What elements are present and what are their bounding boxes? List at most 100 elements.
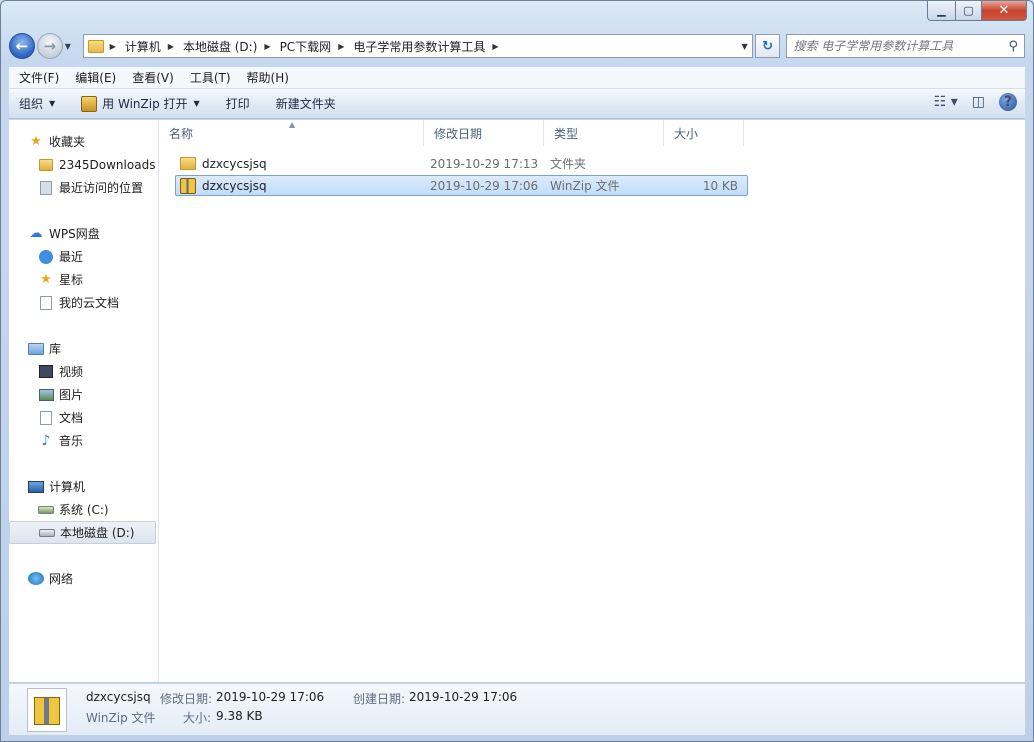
file-size: 10 KB bbox=[702, 178, 738, 193]
library-icon bbox=[28, 341, 44, 357]
open-with-label: 用 WinZip 打开 bbox=[102, 97, 188, 111]
explorer-window: ▁ ▢ ✕ ← → ▼ ▶ 计算机 ▶ 本地磁盘 (D:) ▶ PC下载网 ▶ 电子学… bbox=[0, 0, 1034, 742]
file-row-folder[interactable]: dzxcycsjsq 2019-10-29 17:13 文件夹 bbox=[175, 153, 748, 174]
picture-icon bbox=[38, 387, 54, 403]
sidebar-item-favorites[interactable]: ★ 收藏夹 bbox=[9, 130, 158, 153]
sidebar-item-starred[interactable]: ★ 星标 bbox=[9, 268, 158, 291]
file-name-cell: dzxcycsjsq bbox=[176, 157, 430, 171]
file-list[interactable]: 名称 ▲ 修改日期 类型 大小 dzxcycsjsq 2019-10-29 17… bbox=[159, 120, 1025, 682]
file-date: 2019-10-29 17:06 bbox=[430, 178, 539, 193]
column-type[interactable]: 类型 bbox=[544, 120, 664, 146]
sidebar-item-documents[interactable]: 文档 bbox=[9, 406, 158, 429]
column-label: 修改日期 bbox=[434, 126, 483, 141]
menu-tools[interactable]: 工具(T) bbox=[182, 69, 239, 86]
folder-icon bbox=[87, 39, 104, 53]
file-rows: dzxcycsjsq 2019-10-29 17:13 文件夹 dzxcycsj… bbox=[175, 153, 748, 197]
column-date-modified[interactable]: 修改日期 bbox=[424, 120, 544, 146]
sidebar-item-videos[interactable]: 视频 bbox=[9, 360, 158, 383]
details-file-type: WinZip 文件 bbox=[86, 711, 156, 725]
sidebar-item-recent[interactable]: 最近 bbox=[9, 245, 158, 268]
refresh-button[interactable]: ↻ bbox=[754, 34, 781, 58]
drive-icon bbox=[39, 525, 55, 541]
menu-file[interactable]: 文件(F) bbox=[11, 69, 67, 86]
file-name-cell: dzxcycsjsq bbox=[176, 177, 430, 194]
print-button[interactable]: 打印 bbox=[226, 95, 250, 112]
winzip-file-icon bbox=[180, 177, 196, 194]
folder-icon bbox=[180, 157, 196, 170]
details-modified-label: 修改日期: bbox=[160, 692, 213, 706]
menu-view[interactable]: 查看(V) bbox=[124, 69, 182, 86]
chevron-down-icon: ▼ bbox=[64, 41, 71, 51]
sidebar-item-label: 文档 bbox=[59, 411, 84, 425]
breadcrumb-pc-download[interactable]: PC下载网 ▶ bbox=[280, 38, 354, 55]
close-button[interactable]: ✕ bbox=[981, 1, 1027, 21]
sidebar-item-libraries[interactable]: 库 bbox=[9, 337, 158, 360]
chevron-down-icon: ▼ bbox=[49, 99, 56, 108]
star-icon: ★ bbox=[30, 134, 42, 149]
column-label: 名称 bbox=[169, 126, 194, 141]
navigation-pane[interactable]: ★ 收藏夹 2345Downloads 最近访问的位置 ☁ WPS网盘 最近 ★… bbox=[9, 120, 159, 682]
sidebar-item-cloud-docs[interactable]: 我的云文档 bbox=[9, 291, 158, 314]
file-row-winzip[interactable]: dzxcycsjsq 2019-10-29 17:06 WinZip 文件 10… bbox=[175, 175, 748, 196]
breadcrumb-computer[interactable]: 计算机 ▶ bbox=[125, 38, 183, 55]
open-with-winzip-button[interactable]: 用 WinZip 打开 ▼ bbox=[81, 95, 200, 112]
breadcrumb-chevron-icon[interactable]: ▶ bbox=[492, 42, 498, 51]
arrow-right-icon: → bbox=[43, 37, 57, 55]
new-folder-label: 新建文件夹 bbox=[275, 97, 336, 111]
sidebar-item-wps-drive[interactable]: ☁ WPS网盘 bbox=[9, 222, 158, 245]
breadcrumb-current-folder[interactable]: 电子学常用参数计算工具 ▶ bbox=[353, 38, 507, 55]
breadcrumb-chevron-icon[interactable]: ▶ bbox=[168, 42, 174, 51]
sidebar-item-drive-d[interactable]: 本地磁盘 (D:) bbox=[9, 521, 156, 544]
sidebar-item-computer[interactable]: 计算机 bbox=[9, 475, 158, 498]
column-size[interactable]: 大小 bbox=[664, 120, 744, 146]
address-bar[interactable]: ▶ 计算机 ▶ 本地磁盘 (D:) ▶ PC下载网 ▶ 电子学常用参数计算工具 ▶ ▼ bbox=[82, 34, 753, 58]
file-name: dzxcycsjsq bbox=[202, 156, 267, 171]
film-icon bbox=[38, 364, 54, 380]
libraries-group: 库 视频 图片 文档 ♪ 音乐 bbox=[9, 337, 158, 452]
breadcrumb-drive-d[interactable]: 本地磁盘 (D:) ▶ bbox=[183, 38, 280, 55]
details-created-value: 2019-10-29 17:06 bbox=[409, 690, 518, 704]
sidebar-item-label: 本地磁盘 (D:) bbox=[60, 526, 135, 540]
organize-button[interactable]: 组织 ▼ bbox=[19, 95, 55, 112]
menu-edit[interactable]: 编辑(E) bbox=[67, 69, 124, 86]
menu-help[interactable]: 帮助(H) bbox=[239, 69, 297, 86]
refresh-icon: ↻ bbox=[762, 38, 773, 54]
clock-icon bbox=[38, 249, 54, 265]
sidebar-item-network[interactable]: 网络 bbox=[9, 567, 158, 590]
breadcrumb-chevron-icon[interactable]: ▶ bbox=[110, 42, 116, 51]
network-icon bbox=[28, 571, 44, 587]
breadcrumb-chevron-icon[interactable]: ▶ bbox=[264, 42, 270, 51]
back-button[interactable]: ← bbox=[9, 33, 35, 59]
breadcrumb-label: 计算机 bbox=[124, 39, 161, 54]
address-history-dropdown[interactable]: ▼ bbox=[741, 42, 747, 51]
maximize-button[interactable]: ▢ bbox=[955, 1, 981, 21]
column-name[interactable]: 名称 ▲ bbox=[159, 120, 424, 146]
details-created-label: 创建日期: bbox=[353, 692, 406, 706]
cloud-icon: ☁ bbox=[29, 226, 43, 241]
sidebar-item-label: 音乐 bbox=[59, 434, 84, 448]
main-area: ★ 收藏夹 2345Downloads 最近访问的位置 ☁ WPS网盘 最近 ★… bbox=[9, 120, 1025, 682]
help-icon[interactable]: ? bbox=[999, 93, 1017, 111]
sidebar-item-music[interactable]: ♪ 音乐 bbox=[9, 429, 158, 452]
details-pane: dzxcycsjsq WinZip 文件 修改日期: 2019-10-29 17… bbox=[9, 683, 1025, 735]
file-type: WinZip 文件 bbox=[550, 179, 620, 193]
navigation-bar: ← → ▼ ▶ 计算机 ▶ 本地磁盘 (D:) ▶ PC下载网 ▶ 电子学常用参数计算… bbox=[9, 31, 1025, 61]
search-input[interactable] bbox=[793, 39, 1009, 53]
breadcrumb-chevron-icon[interactable]: ▶ bbox=[338, 42, 344, 51]
new-folder-button[interactable]: 新建文件夹 bbox=[276, 95, 336, 112]
sidebar-item-label: 系统 (C:) bbox=[59, 503, 109, 517]
preview-pane-icon[interactable]: ◫ bbox=[972, 94, 985, 110]
view-options-icon[interactable]: ☷ ▾ bbox=[934, 94, 958, 110]
sidebar-item-2345downloads[interactable]: 2345Downloads bbox=[9, 153, 158, 176]
sidebar-item-pictures[interactable]: 图片 bbox=[9, 383, 158, 406]
details-file-name: dzxcycsjsq bbox=[86, 690, 151, 704]
sidebar-item-drive-c[interactable]: 系统 (C:) bbox=[9, 498, 158, 521]
sidebar-item-recent-places[interactable]: 最近访问的位置 bbox=[9, 176, 158, 199]
search-box[interactable]: ⚲ bbox=[786, 34, 1025, 58]
recent-pages-dropdown[interactable]: ▼ bbox=[65, 42, 77, 51]
minimize-button[interactable]: ▁ bbox=[927, 1, 955, 21]
search-icon[interactable]: ⚲ bbox=[1008, 39, 1018, 54]
sidebar-item-label: 星标 bbox=[59, 273, 84, 287]
breadcrumb-label: 电子学常用参数计算工具 bbox=[353, 39, 486, 54]
forward-button[interactable]: → bbox=[36, 33, 63, 59]
